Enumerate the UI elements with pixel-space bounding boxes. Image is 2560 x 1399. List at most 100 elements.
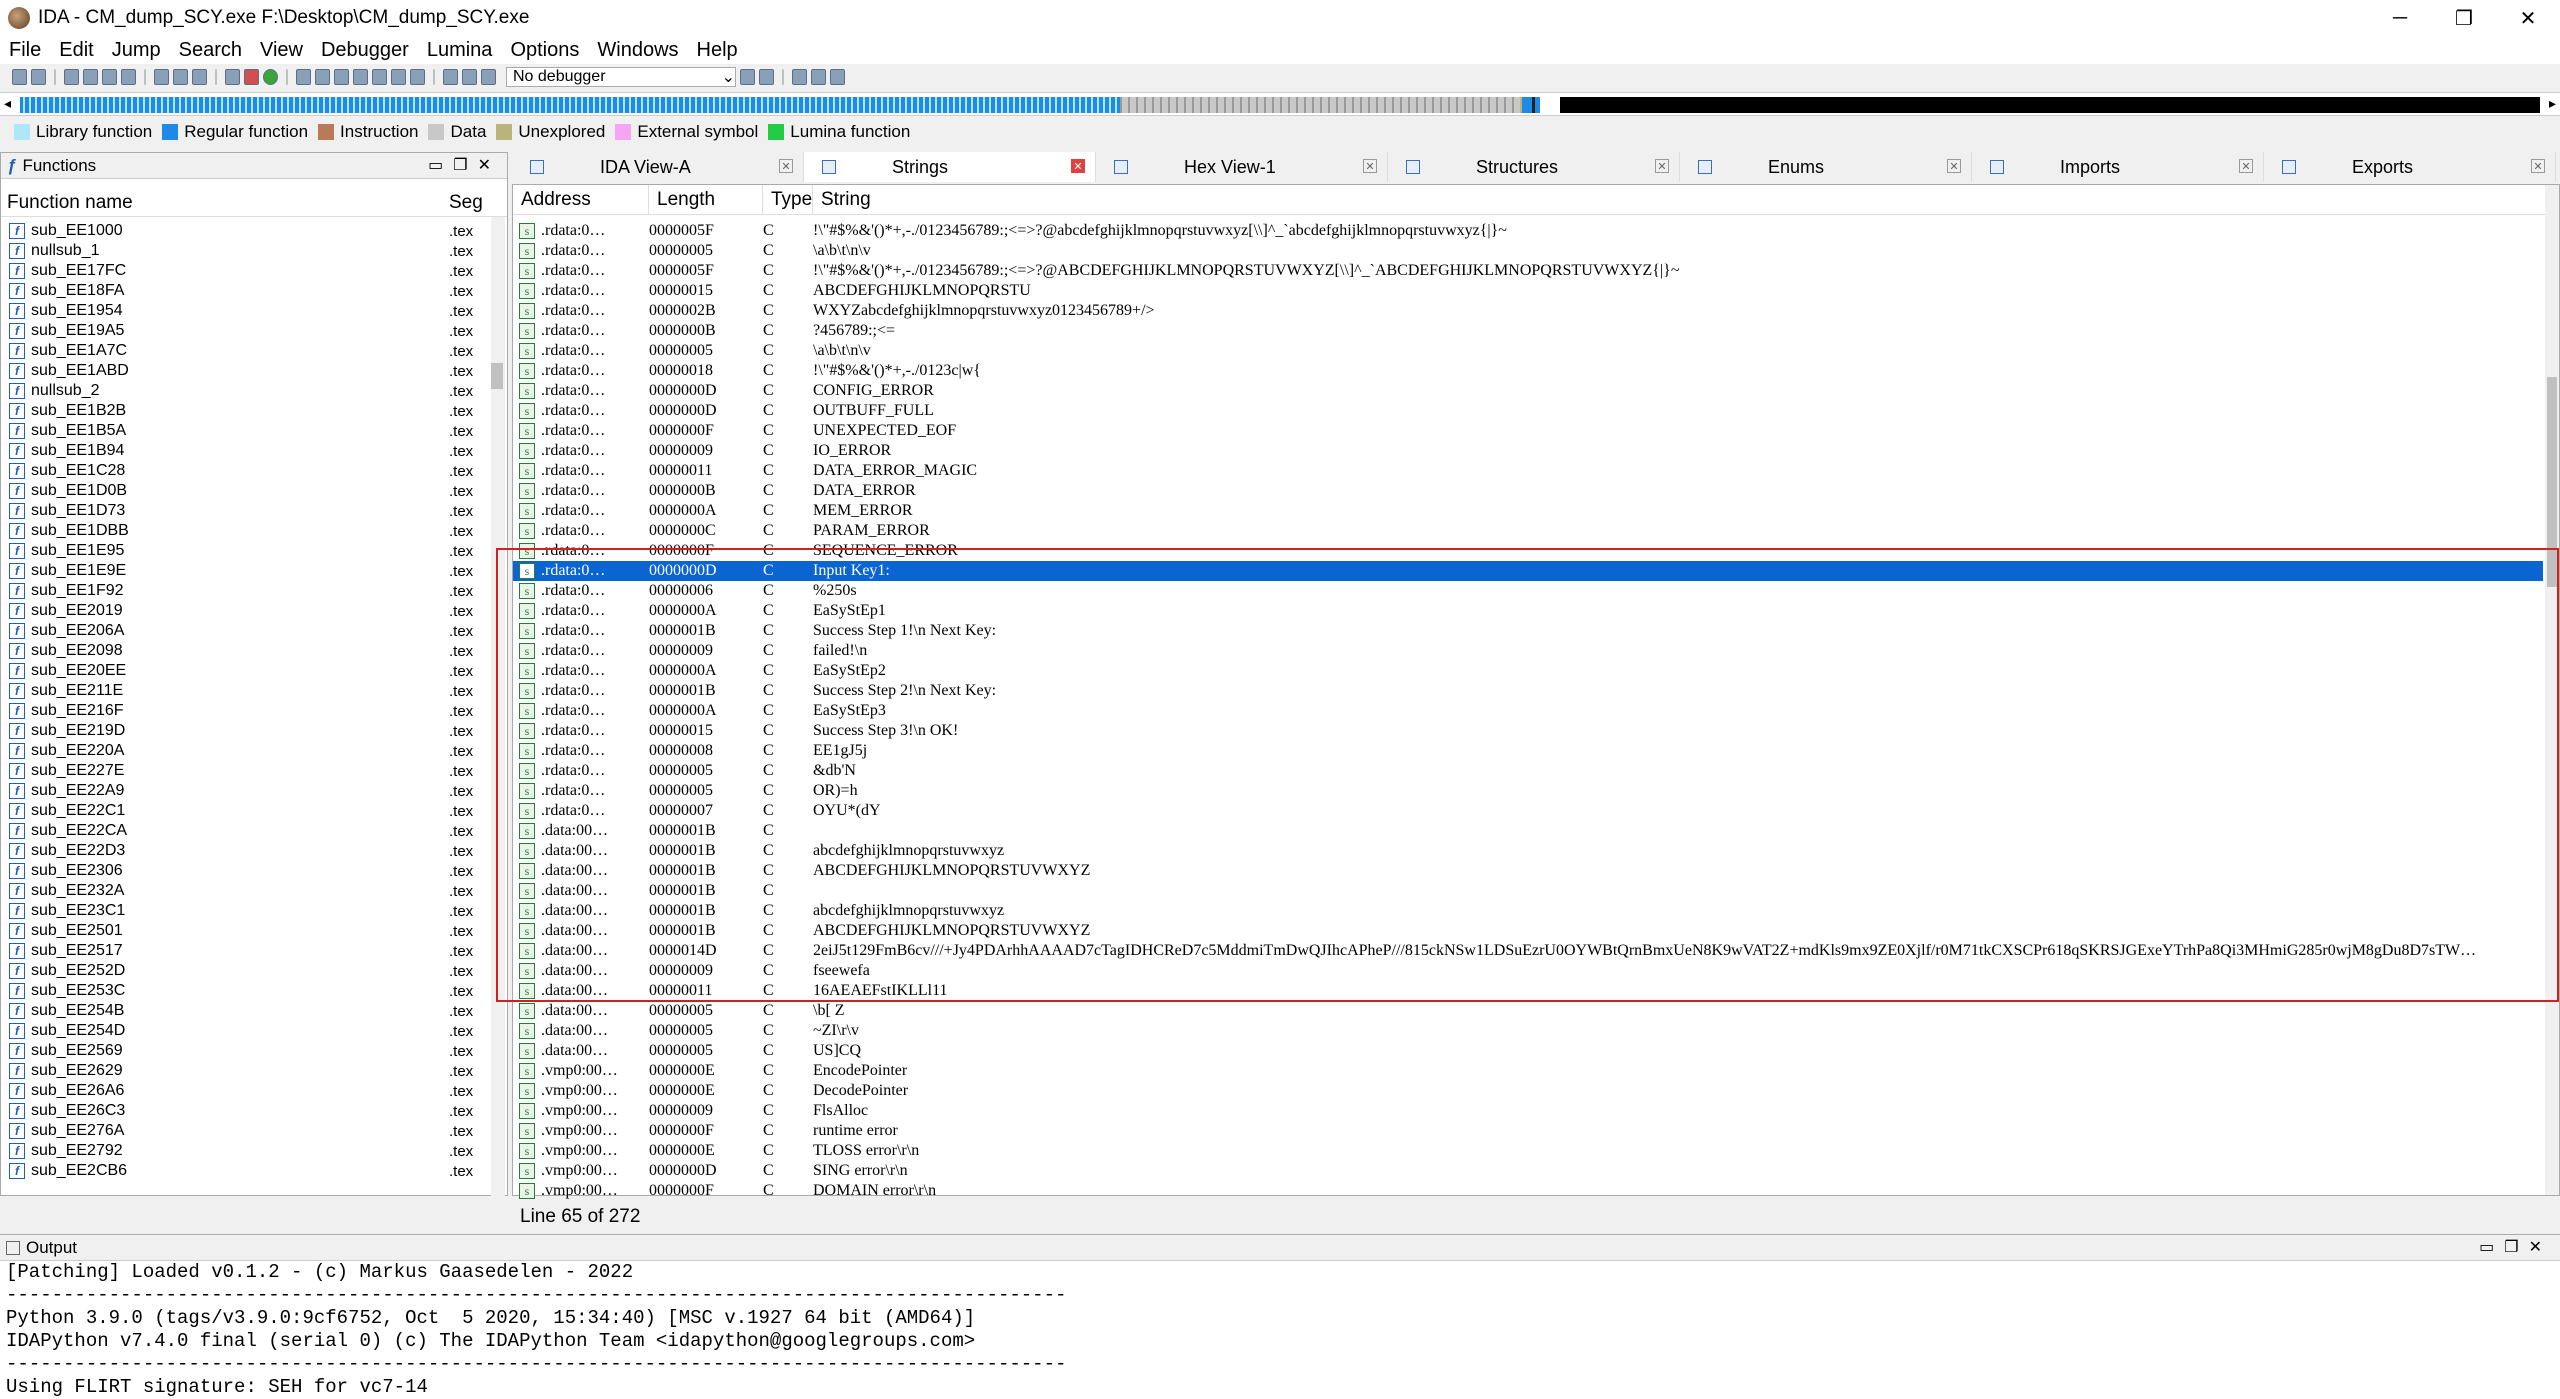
tab-enums[interactable]: Enums ✕	[1680, 152, 1972, 182]
function-row[interactable]: f sub_EE1954 .tex	[1, 301, 491, 321]
tab-close-icon[interactable]: ✕	[1363, 159, 1377, 173]
offset-icon[interactable]	[372, 69, 387, 85]
trace-icon[interactable]	[811, 69, 826, 85]
function-row[interactable]: f sub_EE1E95 .tex	[1, 541, 491, 561]
start-debug-icon[interactable]	[443, 69, 458, 85]
function-row[interactable]: f sub_EE220A .tex	[1, 741, 491, 761]
functions-panel-controls[interactable]: ▭❐✕	[428, 155, 501, 175]
navigation-band[interactable]: ◂ ▸	[0, 92, 2560, 116]
attach-icon[interactable]	[740, 69, 755, 85]
function-row[interactable]: f sub_EE1B94 .tex	[1, 441, 491, 461]
function-row[interactable]: f sub_EE2306 .tex	[1, 861, 491, 881]
undefine-icon[interactable]	[410, 69, 425, 85]
tab-imports[interactable]: Imports ✕	[1972, 152, 2264, 182]
tab-exports[interactable]: Exports ✕	[2264, 152, 2556, 182]
function-row[interactable]: f sub_EE2517 .tex	[1, 941, 491, 961]
menu-lumina[interactable]: Lumina	[418, 39, 502, 62]
function-row[interactable]: f sub_EE211E .tex	[1, 681, 491, 701]
menu-file[interactable]: File	[0, 39, 50, 62]
function-row[interactable]: f sub_EE18FA .tex	[1, 281, 491, 301]
tab-hex-view-1[interactable]: Hex View-1 ✕	[1096, 152, 1388, 182]
output-panel-controls[interactable]: ▭❐✕	[2479, 1237, 2552, 1257]
function-row[interactable]: f sub_EE22D3 .tex	[1, 841, 491, 861]
function-row[interactable]: f sub_EE206A .tex	[1, 621, 491, 641]
tab-close-icon[interactable]: ✕	[779, 159, 793, 173]
string-row[interactable]: s .vmp0:00… 0000000F C DOMAIN error\r\n	[513, 1181, 2543, 1201]
function-row[interactable]: f sub_EE1000 .tex	[1, 221, 491, 241]
tab-close-icon[interactable]: ✕	[1947, 159, 1961, 173]
col-address[interactable]: Address	[513, 184, 649, 215]
function-row[interactable]: f sub_EE1A7C .tex	[1, 341, 491, 361]
function-row[interactable]: f sub_EE1F92 .tex	[1, 581, 491, 601]
string-row[interactable]: s .data:00… 00000009 Cfseewefa	[513, 961, 2543, 981]
menu-view[interactable]: View	[251, 39, 312, 62]
string-row[interactable]: s .vmp0:00… 0000000D C SING error\r\n	[513, 1161, 2543, 1181]
function-row[interactable]: f sub_EE22C1 .tex	[1, 801, 491, 821]
array-icon[interactable]	[353, 69, 368, 85]
function-row[interactable]: f sub_EE20EE .tex	[1, 661, 491, 681]
string-row[interactable]: s .rdata:0… 00000015 C Success Step 3!\n OK!	[513, 721, 2543, 741]
string-row[interactable]: s .rdata:0… 0000000D C OUTBUFF_FULL	[513, 401, 2543, 421]
jump-icon[interactable]	[192, 69, 207, 85]
string-row[interactable]: s .data:00… 0000001B C ABCDEFGHIJKLMNOPQRSTU…	[513, 861, 2543, 881]
function-row[interactable]: f sub_EE2CB6 .tex	[1, 1161, 491, 1181]
function-row[interactable]: f sub_EE26C3 .tex	[1, 1101, 491, 1121]
string-row[interactable]: s .vmp0:00… 0000000E C DecodePointer	[513, 1081, 2543, 1101]
string-row[interactable]: s .rdata:0… 0000005F C !\"#$%&'()*+,-./0123…	[513, 221, 2543, 241]
col-string[interactable]: String	[813, 185, 2413, 215]
functions-vscroll-thumb[interactable]	[491, 363, 503, 389]
tab-structures[interactable]: Structures ✕	[1388, 152, 1680, 182]
minimize-button[interactable]: ─	[2368, 0, 2432, 36]
graph-icon[interactable]	[244, 69, 259, 85]
function-row[interactable]: f sub_EE2098 .tex	[1, 641, 491, 661]
string-icon[interactable]	[334, 69, 349, 85]
col-function-name[interactable]: Function name	[1, 192, 449, 214]
menu-debugger[interactable]: Debugger	[312, 39, 418, 62]
string-row[interactable]: s .rdata:0… 00000005 C &db'N	[513, 761, 2543, 781]
string-row[interactable]: s .rdata:0… 0000000A C EaSyStEp3	[513, 701, 2543, 721]
string-row[interactable]: s .rdata:0… 00000011 C DATA_ERROR_MAGIC	[513, 461, 2543, 481]
string-row[interactable]: s .data:00… 00000005 C US]CQ	[513, 1041, 2543, 1061]
string-row[interactable]: s .rdata:0… 0000001B C Success Step 1!\n Nex…	[513, 621, 2543, 641]
nav-left-arrow-icon[interactable]: ◂	[4, 95, 11, 112]
function-row[interactable]: f sub_EE254B .tex	[1, 1001, 491, 1021]
tab-ida-view-a[interactable]: IDA View-A ✕	[512, 152, 804, 182]
strings-vscroll-thumb[interactable]	[2547, 377, 2557, 587]
stack-icon[interactable]	[121, 69, 136, 85]
string-row[interactable]: s .rdata:0… 00000009 Cfailed!\n	[513, 641, 2543, 661]
maximize-button[interactable]: ❐	[2432, 0, 2496, 36]
paste-icon[interactable]	[102, 69, 117, 85]
function-row[interactable]: f sub_EE1D73 .tex	[1, 501, 491, 521]
function-row[interactable]: f sub_EE232A .tex	[1, 881, 491, 901]
function-row[interactable]: f sub_EE2569 .tex	[1, 1041, 491, 1061]
breakpoint-icon[interactable]	[792, 69, 807, 85]
string-row[interactable]: s .rdata:0… 0000000A C MEM_ERROR	[513, 501, 2543, 521]
string-row[interactable]: s .rdata:0… 0000000F C UNEXPECTED_EOF	[513, 421, 2543, 441]
step-icon[interactable]	[830, 69, 845, 85]
output-text[interactable]: [Patching] Loaded v0.1.2 - (c) Markus Ga…	[6, 1261, 2546, 1399]
run-status-icon[interactable]	[263, 69, 278, 85]
menu-jump[interactable]: Jump	[103, 39, 170, 62]
string-row[interactable]: s .rdata:0… 00000008 C EE1gJ5j	[513, 741, 2543, 761]
function-row[interactable]: f sub_EE276A .tex	[1, 1121, 491, 1141]
function-row[interactable]: f sub_EE1C28 .tex	[1, 461, 491, 481]
string-row[interactable]: s .data:00… 0000001B Cabcdefghijklmnopqrstu…	[513, 901, 2543, 921]
function-row[interactable]: f sub_EE216F .tex	[1, 701, 491, 721]
tab-close-icon[interactable]: ✕	[1071, 159, 1085, 173]
tab-strings[interactable]: Strings ✕	[804, 152, 1096, 182]
col-type[interactable]: Type	[763, 184, 813, 215]
menu-edit[interactable]: Edit	[50, 39, 102, 62]
tab-close-icon[interactable]: ✕	[2239, 159, 2253, 173]
debugger-select[interactable]: No debugger ⌄	[506, 67, 736, 87]
string-row[interactable]: s .rdata:0… 00000005 C \a\b\t\n\v	[513, 341, 2543, 361]
function-row[interactable]: f sub_EE1B2B .tex	[1, 401, 491, 421]
navigation-strip[interactable]	[20, 97, 2540, 113]
menu-windows[interactable]: Windows	[588, 39, 687, 62]
string-row[interactable]: s .rdata:0… 00000006 C %250s	[513, 581, 2543, 601]
string-row[interactable]: s .rdata:0… 00000015 C ABCDEFGHIJKLMNOPQRSTU	[513, 281, 2543, 301]
cut-icon[interactable]	[64, 69, 79, 85]
function-row[interactable]: f sub_EE2792 .tex	[1, 1141, 491, 1161]
string-row[interactable]: s .rdata:0… 00000005 C \a\b\t\n\v	[513, 241, 2543, 261]
string-row[interactable]: s .rdata:0… 00000009 C IO_ERROR	[513, 441, 2543, 461]
string-row[interactable]: s .rdata:0… 0000000F C SEQUENCE_ERROR	[513, 541, 2543, 561]
